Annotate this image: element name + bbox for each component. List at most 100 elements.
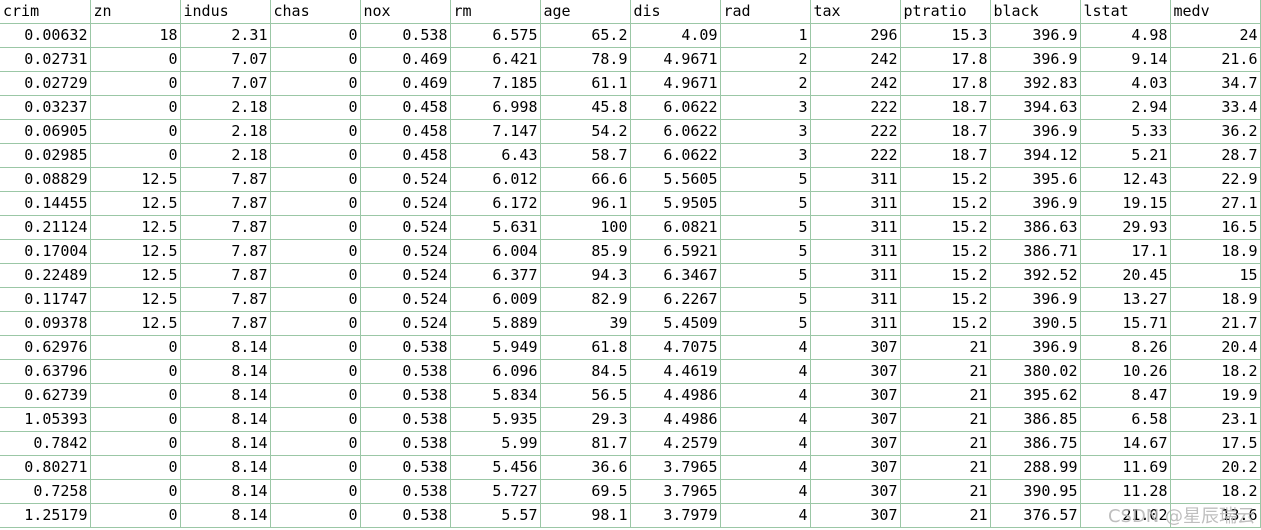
cell-age[interactable]: 94.3: [540, 263, 631, 288]
cell-rm[interactable]: 6.172: [450, 191, 541, 216]
cell-indus[interactable]: 8.14: [180, 359, 271, 384]
cell-indus[interactable]: 8.14: [180, 431, 271, 456]
cell-dis[interactable]: 5.5605: [630, 167, 721, 192]
cell-crim[interactable]: 0.02731: [0, 47, 91, 72]
cell-rad[interactable]: 5: [720, 167, 811, 192]
cell-indus[interactable]: 8.14: [180, 455, 271, 480]
cell-lstat[interactable]: 29.93: [1080, 215, 1171, 240]
cell-dis[interactable]: 6.0622: [630, 95, 721, 120]
cell-zn[interactable]: 0: [90, 431, 181, 456]
cell-black[interactable]: 395.62: [990, 383, 1081, 408]
cell-crim[interactable]: 0.02729: [0, 71, 91, 96]
cell-rm[interactable]: 5.57: [450, 503, 541, 528]
header-cell-black[interactable]: black: [990, 0, 1081, 24]
cell-ptratio[interactable]: 21: [900, 407, 991, 432]
cell-age[interactable]: 36.6: [540, 455, 631, 480]
cell-indus[interactable]: 7.87: [180, 215, 271, 240]
cell-ptratio[interactable]: 21: [900, 359, 991, 384]
cell-rm[interactable]: 5.456: [450, 455, 541, 480]
cell-zn[interactable]: 0: [90, 383, 181, 408]
cell-nox[interactable]: 0.538: [360, 23, 451, 48]
cell-crim[interactable]: 1.05393: [0, 407, 91, 432]
cell-tax[interactable]: 307: [810, 335, 901, 360]
cell-nox[interactable]: 0.538: [360, 431, 451, 456]
cell-dis[interactable]: 4.2579: [630, 431, 721, 456]
cell-medv[interactable]: 22.9: [1170, 167, 1261, 192]
cell-tax[interactable]: 296: [810, 23, 901, 48]
cell-black[interactable]: 396.9: [990, 287, 1081, 312]
cell-medv[interactable]: 33.4: [1170, 95, 1261, 120]
cell-tax[interactable]: 307: [810, 455, 901, 480]
cell-dis[interactable]: 3.7979: [630, 503, 721, 528]
cell-dis[interactable]: 5.4509: [630, 311, 721, 336]
cell-ptratio[interactable]: 18.7: [900, 119, 991, 144]
cell-zn[interactable]: 0: [90, 143, 181, 168]
cell-age[interactable]: 39: [540, 311, 631, 336]
cell-rad[interactable]: 5: [720, 215, 811, 240]
cell-tax[interactable]: 311: [810, 311, 901, 336]
cell-indus[interactable]: 7.87: [180, 239, 271, 264]
header-cell-rm[interactable]: rm: [450, 0, 541, 24]
cell-lstat[interactable]: 5.21: [1080, 143, 1171, 168]
cell-tax[interactable]: 307: [810, 431, 901, 456]
cell-dis[interactable]: 3.7965: [630, 455, 721, 480]
cell-tax[interactable]: 307: [810, 383, 901, 408]
cell-age[interactable]: 69.5: [540, 479, 631, 504]
cell-ptratio[interactable]: 15.2: [900, 263, 991, 288]
cell-age[interactable]: 58.7: [540, 143, 631, 168]
cell-rm[interactable]: 5.949: [450, 335, 541, 360]
cell-rm[interactable]: 6.004: [450, 239, 541, 264]
cell-nox[interactable]: 0.538: [360, 479, 451, 504]
cell-chas[interactable]: 0: [270, 71, 361, 96]
cell-medv[interactable]: 20.4: [1170, 335, 1261, 360]
cell-rm[interactable]: 7.147: [450, 119, 541, 144]
cell-indus[interactable]: 7.07: [180, 47, 271, 72]
cell-lstat[interactable]: 17.1: [1080, 239, 1171, 264]
cell-nox[interactable]: 0.524: [360, 191, 451, 216]
cell-chas[interactable]: 0: [270, 23, 361, 48]
cell-medv[interactable]: 18.9: [1170, 239, 1261, 264]
cell-chas[interactable]: 0: [270, 95, 361, 120]
cell-zn[interactable]: 0: [90, 335, 181, 360]
cell-crim[interactable]: 0.00632: [0, 23, 91, 48]
cell-age[interactable]: 82.9: [540, 287, 631, 312]
cell-zn[interactable]: 12.5: [90, 191, 181, 216]
cell-tax[interactable]: 311: [810, 167, 901, 192]
cell-medv[interactable]: 20.2: [1170, 455, 1261, 480]
cell-zn[interactable]: 12.5: [90, 215, 181, 240]
cell-indus[interactable]: 2.31: [180, 23, 271, 48]
cell-tax[interactable]: 311: [810, 287, 901, 312]
cell-dis[interactable]: 4.9671: [630, 47, 721, 72]
cell-ptratio[interactable]: 21: [900, 431, 991, 456]
cell-tax[interactable]: 311: [810, 215, 901, 240]
cell-age[interactable]: 98.1: [540, 503, 631, 528]
cell-lstat[interactable]: 8.47: [1080, 383, 1171, 408]
header-cell-lstat[interactable]: lstat: [1080, 0, 1171, 24]
cell-crim[interactable]: 0.62976: [0, 335, 91, 360]
cell-lstat[interactable]: 10.26: [1080, 359, 1171, 384]
cell-dis[interactable]: 4.4619: [630, 359, 721, 384]
cell-dis[interactable]: 6.5921: [630, 239, 721, 264]
cell-medv[interactable]: 15: [1170, 263, 1261, 288]
header-cell-nox[interactable]: nox: [360, 0, 451, 24]
cell-zn[interactable]: 0: [90, 359, 181, 384]
cell-medv[interactable]: 16.5: [1170, 215, 1261, 240]
cell-medv[interactable]: 28.7: [1170, 143, 1261, 168]
cell-ptratio[interactable]: 15.3: [900, 23, 991, 48]
cell-ptratio[interactable]: 18.7: [900, 143, 991, 168]
cell-indus[interactable]: 7.87: [180, 263, 271, 288]
cell-nox[interactable]: 0.524: [360, 287, 451, 312]
cell-nox[interactable]: 0.458: [360, 119, 451, 144]
cell-black[interactable]: 396.9: [990, 335, 1081, 360]
cell-crim[interactable]: 0.03237: [0, 95, 91, 120]
cell-indus[interactable]: 7.87: [180, 287, 271, 312]
cell-tax[interactable]: 242: [810, 71, 901, 96]
cell-rad[interactable]: 5: [720, 191, 811, 216]
header-cell-ptratio[interactable]: ptratio: [900, 0, 991, 24]
cell-tax[interactable]: 222: [810, 143, 901, 168]
cell-rad[interactable]: 5: [720, 239, 811, 264]
cell-chas[interactable]: 0: [270, 191, 361, 216]
cell-zn[interactable]: 0: [90, 407, 181, 432]
cell-nox[interactable]: 0.524: [360, 167, 451, 192]
cell-dis[interactable]: 6.0622: [630, 119, 721, 144]
